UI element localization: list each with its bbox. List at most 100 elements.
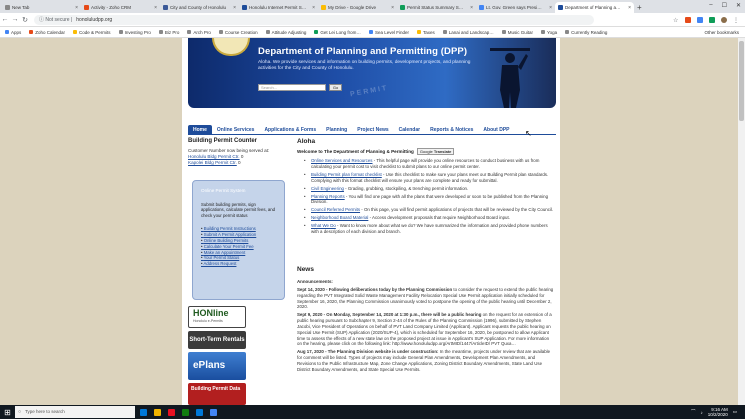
close-tab-icon[interactable]: × (549, 5, 552, 11)
kapolei-counter-number: 0 (238, 159, 241, 165)
volume-icon[interactable]: ♪ (700, 410, 702, 415)
close-tab-icon[interactable]: × (312, 5, 315, 11)
close-tab-icon[interactable]: × (154, 5, 157, 11)
reload-icon[interactable]: ↻ (20, 16, 30, 24)
resource-link[interactable]: Online Services and Resources (311, 158, 373, 163)
network-icon[interactable]: ⌒ (691, 409, 696, 415)
browser-tab[interactable]: Permit Status Summary Sh… × (397, 2, 476, 13)
new-tab-button[interactable]: + (637, 2, 642, 13)
bookmark-item[interactable]: Apps (5, 30, 21, 35)
back-icon[interactable]: ← (0, 16, 10, 23)
bookmark-icon (158, 30, 163, 34)
bookmark-item[interactable]: Taxes (416, 30, 435, 35)
nav-item[interactable]: Planning (321, 125, 352, 135)
forward-icon[interactable]: → (10, 16, 20, 23)
browser-tab[interactable]: City and County of Honolulu × (160, 2, 239, 13)
nav-item[interactable]: Online Services (212, 125, 260, 135)
resource-item: Neighborhood Board Material - Access dev… (303, 215, 555, 221)
minimize-button[interactable]: – (709, 2, 712, 9)
windows-start-icon[interactable]: ⊞ (2, 407, 13, 418)
resource-item: Council Referred Permits - On this page,… (303, 207, 555, 213)
bookmark-item[interactable]: Sea Level Finder (368, 30, 409, 35)
bookmark-item[interactable]: Attitude Adjusting (265, 30, 306, 35)
extension-icon[interactable] (697, 16, 703, 23)
bookmark-item[interactable]: Investing Pro (118, 30, 151, 35)
bookmark-item[interactable]: Music Guitar (501, 30, 533, 35)
maximize-button[interactable]: ☐ (722, 2, 727, 9)
close-tab-icon[interactable]: × (75, 5, 78, 11)
bookmark-item[interactable]: Biz Pro (158, 30, 179, 35)
taskbar-app-icon[interactable] (193, 406, 205, 418)
kapolei-counter-link[interactable]: Kapolei Bldg Permit Ctr. (188, 160, 237, 165)
close-tab-icon[interactable]: × (628, 5, 631, 11)
mouse-cursor-icon: ↖ (525, 129, 532, 138)
menu-icon[interactable]: ⋮ (733, 17, 739, 24)
nav-item[interactable]: Home (188, 124, 212, 135)
taskbar-app-icon[interactable] (165, 406, 177, 418)
nav-item[interactable]: Project News (352, 125, 393, 135)
short-term-rentals-banner[interactable]: Short-Term Rentals (188, 331, 246, 349)
resource-link[interactable]: Planning Reports (311, 194, 345, 199)
bookmark-item[interactable]: Currently Reading (565, 30, 607, 35)
close-window-button[interactable]: ✕ (736, 2, 741, 9)
star-icon[interactable]: ☆ (673, 17, 679, 24)
tab-strip: New Tab × Activity - Zoho CRM × City and Cou… (0, 0, 745, 13)
close-tab-icon[interactable]: × (391, 5, 394, 11)
google-translate-widget[interactable]: Google Translate (416, 148, 455, 155)
nav-item[interactable]: About DPP (478, 125, 514, 135)
extension-icon[interactable] (685, 16, 691, 23)
taskbar-app-icon[interactable] (137, 406, 149, 418)
resource-link[interactable]: What We Do (311, 223, 336, 228)
close-tab-icon[interactable]: × (470, 5, 473, 11)
bookmark-icon (265, 30, 270, 34)
building-permit-data-banner[interactable]: Building Permit Data (188, 383, 246, 405)
other-bookmarks[interactable]: Other bookmarks (704, 30, 739, 35)
notification-icon[interactable]: ▭ (733, 409, 737, 415)
bookmark-item[interactable]: Code & Permits (73, 30, 111, 35)
tab-favicon-icon (479, 5, 484, 10)
not-secure-label: ⓘ Not secure | (39, 17, 73, 23)
taskbar-app-icon[interactable] (151, 406, 163, 418)
nav-item[interactable]: Calendar (394, 125, 425, 135)
honline-banner[interactable]: HONline Honolulu e-Permits (188, 306, 246, 328)
taskbar-app-icon[interactable] (207, 406, 219, 418)
nav-item[interactable]: Reports & Notices (425, 125, 478, 135)
bookmark-item[interactable]: Zoho Calendar (29, 30, 65, 35)
resource-link[interactable]: Neighborhood Board Material (311, 215, 368, 220)
resource-link[interactable]: Building Permit plan format checklist (311, 172, 382, 177)
search-input[interactable]: Search... (258, 84, 326, 91)
profile-icon[interactable] (721, 16, 727, 23)
bookmark-item[interactable]: Arch Pro (187, 30, 211, 35)
resource-link[interactable]: Council Referred Permits (311, 207, 360, 212)
scrollbar[interactable] (738, 38, 745, 419)
bookmark-item[interactable]: Course Creation (218, 30, 258, 35)
tab-title: Permit Status Summary Sh… (407, 5, 465, 10)
browser-tab[interactable]: New Tab × (2, 2, 81, 13)
taskbar-search[interactable]: Type here to search (15, 406, 135, 418)
tab-title: Activity - Zoho CRM (91, 5, 132, 10)
bookmark-item[interactable]: Lanai and Landscap… (442, 30, 494, 35)
eplans-banner[interactable]: ePlans (188, 352, 246, 380)
taskbar-app-icon[interactable] (179, 406, 191, 418)
online-permit-link[interactable]: Address Request (201, 261, 276, 267)
browser-tab[interactable]: My Drive - Google Drive × (318, 2, 397, 13)
browser-tab[interactable]: Honolulu Internet Permit S… × (239, 2, 318, 13)
resource-link[interactable]: Civil Engineering (311, 186, 344, 191)
browser-tab[interactable]: Activity - Zoho CRM × (81, 2, 160, 13)
nav-item[interactable]: Applications & Forms (259, 125, 321, 135)
news-item: Sept 9, 2020 - On Monday, September 14, … (297, 312, 555, 347)
tab-title: My Drive - Google Drive (328, 5, 377, 10)
url-field[interactable]: ⓘ Not secure | honoluludpp.org (34, 14, 594, 25)
bookmark-item[interactable]: Get Lei Long from… (314, 30, 361, 35)
bookmark-icon (565, 30, 570, 34)
scrollbar-thumb[interactable] (739, 41, 744, 121)
clock[interactable]: 9:16 AM 10/2/2020 (708, 407, 728, 417)
extension-icon[interactable] (709, 16, 715, 23)
browser-tab[interactable]: Department of Planning an… × (555, 2, 634, 13)
browser-tab[interactable]: Lt. Gov. Green says Preside… × (476, 2, 555, 13)
honolulu-counter-link[interactable]: Honolulu Bldg Permit Ctr. (188, 154, 240, 159)
welcome-text: Welcome to The Department of Planning & … (297, 149, 414, 154)
close-tab-icon[interactable]: × (233, 5, 236, 11)
bookmark-item[interactable]: Yoga (541, 30, 557, 35)
search-go-button[interactable]: Go (329, 84, 342, 91)
